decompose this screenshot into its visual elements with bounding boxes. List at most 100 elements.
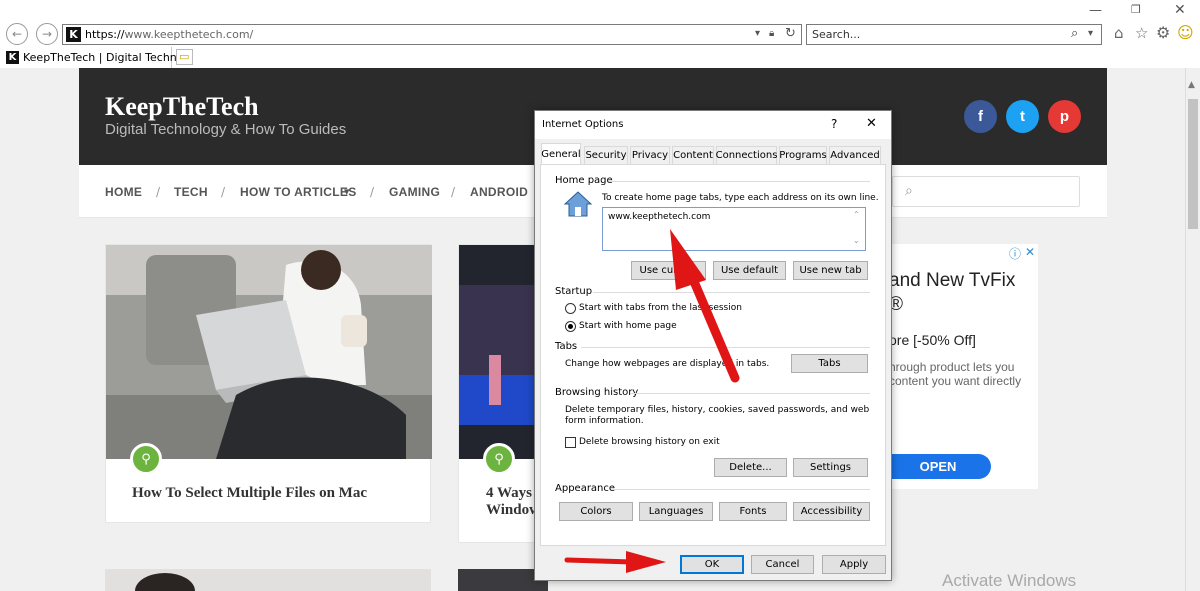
forward-button[interactable]: →	[36, 23, 58, 45]
browser-chrome: ← → K https://www.keepthetech.com/ ▾ 🔒︎ …	[0, 0, 1200, 68]
facebook-icon: f	[978, 108, 983, 125]
group-divider	[630, 393, 870, 394]
delete-history-on-exit-checkbox[interactable]	[565, 437, 576, 448]
use-default-button[interactable]: Use default	[713, 261, 786, 280]
dialog-titlebar[interactable]: Internet Options ? ✕	[535, 111, 891, 139]
ad-info-icon[interactable]: ⓘ	[1009, 245, 1021, 262]
refresh-icon[interactable]: ↻	[785, 26, 796, 41]
tab-privacy[interactable]: Privacy	[630, 146, 670, 164]
ok-button[interactable]: OK	[680, 555, 744, 574]
restore-icon[interactable]: ❐	[1131, 3, 1141, 16]
apply-button[interactable]: Apply	[822, 555, 886, 574]
tab-title: KeepTheTech | Digital Techn...	[23, 51, 188, 64]
search-icon: ⌕	[905, 183, 913, 199]
address-bar[interactable]: K https://www.keepthetech.com/ ▾ 🔒︎ ↻	[62, 24, 802, 45]
group-label-startup: Startup	[555, 286, 593, 297]
tab-security[interactable]: Security	[584, 146, 628, 164]
tab-advanced[interactable]: Advanced	[829, 146, 881, 164]
cancel-button[interactable]: Cancel	[751, 555, 814, 574]
startup-home-page-label[interactable]: Start with home page	[579, 321, 677, 331]
history-description: Delete temporary files, history, cookies…	[565, 405, 870, 426]
article-title[interactable]: 4 Ways Window	[486, 485, 540, 519]
group-label-tabs: Tabs	[555, 341, 578, 352]
menu-item-tech[interactable]: TECH	[174, 185, 208, 199]
new-tab-button[interactable]: ▭	[176, 49, 193, 65]
tab-general[interactable]: General	[541, 143, 581, 164]
article-title[interactable]: How To Select Multiple Files on Mac	[132, 485, 367, 502]
facebook-button[interactable]: f	[964, 100, 997, 133]
help-button[interactable]: ?	[831, 117, 837, 131]
menu-item-home[interactable]: HOME	[105, 185, 142, 199]
use-current-button[interactable]: Use current	[631, 261, 706, 280]
dialog-close-button[interactable]: ✕	[866, 116, 877, 131]
twitter-button[interactable]: t	[1006, 100, 1039, 133]
ad-offer: ore [-50% Off]	[889, 332, 976, 348]
browser-tab[interactable]: K KeepTheTech | Digital Techn...	[0, 47, 187, 68]
ad-panel[interactable]: ⓘ ✕ and New TvFix ® ore [-50% Off] hroug…	[885, 244, 1038, 489]
menu-separator: /	[156, 185, 161, 199]
search-box[interactable]: Search... ⌕ ▾	[806, 24, 1102, 45]
ad-close-icon[interactable]: ✕	[1025, 245, 1035, 259]
menu-separator: /	[221, 185, 226, 199]
group-divider	[581, 347, 870, 348]
pinterest-button[interactable]: p	[1048, 100, 1081, 133]
menu-item-android[interactable]: ANDROID	[470, 185, 528, 199]
search-input[interactable]: Search...	[812, 28, 860, 41]
startup-home-page-radio[interactable]	[565, 321, 576, 332]
scroll-up-icon[interactable]: ▲	[1188, 80, 1195, 90]
dropdown-arrow-icon[interactable]: ▾	[755, 28, 760, 39]
gear-icon[interactable]: ⚙	[1156, 23, 1170, 42]
tabs-settings-button[interactable]: Tabs	[791, 354, 868, 373]
scroll-down-icon[interactable]: ⌄	[853, 236, 860, 245]
tab-connections[interactable]: Connections	[716, 146, 777, 164]
general-tab-panel: Home page To create home page tabs, type…	[540, 164, 886, 546]
pin-badge: ⚲	[130, 443, 162, 475]
group-divider	[593, 292, 870, 293]
delete-history-on-exit-label[interactable]: Delete browsing history on exit	[579, 437, 720, 447]
site-search-input[interactable]: ⌕	[892, 176, 1080, 207]
close-window-icon[interactable]: ✕	[1174, 2, 1186, 18]
startup-last-session-radio[interactable]	[565, 303, 576, 314]
arrow-right-icon: →	[41, 27, 53, 41]
smiley-icon[interactable]: ☺	[1177, 23, 1194, 42]
history-settings-button[interactable]: Settings	[793, 458, 868, 477]
fonts-button[interactable]: Fonts	[719, 502, 787, 521]
chevron-down-icon[interactable]: ▾	[1088, 28, 1093, 39]
startup-last-session-label[interactable]: Start with tabs from the last session	[579, 303, 742, 313]
minimize-icon[interactable]: —	[1089, 3, 1102, 18]
back-button[interactable]: ←	[6, 23, 28, 45]
site-tagline: Digital Technology & How To Guides	[105, 121, 347, 138]
search-icon[interactable]: ⌕	[1071, 26, 1078, 41]
menu-item-gaming[interactable]: GAMING	[389, 185, 440, 199]
lock-icon[interactable]: 🔒︎	[769, 28, 774, 39]
accessibility-button[interactable]: Accessibility	[793, 502, 870, 521]
scroll-up-icon[interactable]: ⌃	[853, 210, 860, 219]
tab-content[interactable]: Content	[672, 146, 714, 164]
site-title[interactable]: KeepTheTech	[105, 92, 259, 122]
pin-badge: ⚲	[483, 443, 515, 475]
activate-windows-watermark: Activate Windows	[942, 571, 1077, 590]
tab-programs[interactable]: Programs	[779, 146, 827, 164]
delete-button[interactable]: Delete...	[714, 458, 787, 477]
pin-icon: ⚲	[141, 451, 151, 467]
languages-button[interactable]: Languages	[639, 502, 713, 521]
menu-item-how-to-articles[interactable]: HOW TO ARTICLES	[240, 185, 357, 199]
home-page-textarea[interactable]: www.keepthetech.com ⌃ ⌄	[602, 207, 866, 251]
home-page-description: To create home page tabs, type each addr…	[602, 193, 879, 203]
menu-separator: /	[451, 185, 456, 199]
home-icon[interactable]: ⌂	[1114, 24, 1124, 42]
address-url[interactable]: https://www.keepthetech.com/	[85, 28, 253, 41]
radio-selected-dot	[568, 324, 573, 329]
page-scrollbar[interactable]: ▲	[1185, 68, 1200, 591]
home-page-url[interactable]: www.keepthetech.com	[608, 212, 710, 222]
scroll-thumb[interactable]	[1188, 99, 1198, 229]
group-divider	[609, 181, 870, 182]
article-image	[106, 245, 432, 459]
use-new-tab-button[interactable]: Use new tab	[793, 261, 868, 280]
tab-favicon-icon: K	[6, 51, 19, 64]
star-icon[interactable]: ☆	[1135, 24, 1148, 42]
ad-open-button[interactable]: OPEN	[885, 454, 991, 479]
group-divider	[611, 489, 870, 490]
colors-button[interactable]: Colors	[559, 502, 633, 521]
article-card[interactable]: ⚲ How To Select Multiple Files on Mac	[105, 244, 432, 523]
